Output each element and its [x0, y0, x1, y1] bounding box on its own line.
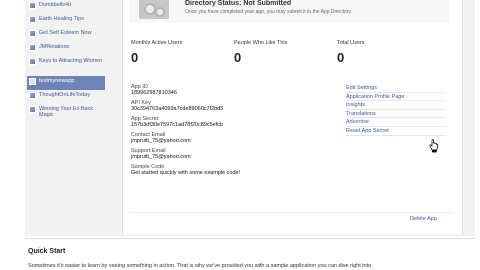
- directory-status-title: Directory Status: Not Submitted: [185, 0, 292, 7]
- field-contact-email: Contact Email jmpruitt_75@yahoo.com: [131, 132, 341, 144]
- app-icon: [29, 58, 36, 65]
- gears-icon: [139, 0, 169, 19]
- field-sample-code: Sample Code Get started quickly with som…: [131, 164, 341, 176]
- sidebar-item-testmynewapp[interactable]: testmynewapp: [27, 76, 105, 90]
- sidebar-item-label: Earth Healing Tips: [39, 16, 84, 22]
- field-value: jmpruitt_75@yahoo.com: [131, 138, 191, 144]
- sidebar-item-thoughtonlifetoday[interactable]: ThoughtOnLifeToday: [27, 90, 105, 104]
- app-actions-links: Edit Settings Application Profile Page I…: [346, 84, 446, 136]
- sidebar-item-label: Winning Your Ex Back Magic: [39, 106, 94, 119]
- stat-label: People Who Like This: [234, 40, 288, 46]
- directory-status-box: Directory Status: Not Submitted Once you…: [129, 0, 449, 23]
- hand-cursor-icon: [429, 139, 439, 153]
- field-support-email: Support Email jmpruitt_75@yahoo.com: [131, 148, 341, 160]
- stat-value: 0: [337, 50, 345, 65]
- sidebar-item-label: Get Self Esteem Now: [39, 30, 92, 36]
- insights-link[interactable]: Insights: [346, 101, 446, 110]
- app-icon: [29, 78, 36, 85]
- sample-code-link[interactable]: Get started quickly with some example co…: [131, 170, 341, 176]
- app-icon: [29, 44, 36, 51]
- app-icon: [29, 30, 36, 37]
- sidebar-item-earth-healing-tips[interactable]: Earth Healing Tips: [27, 14, 105, 28]
- app-icon: [29, 106, 36, 113]
- sidebar-item-dumbbells4u[interactable]: Dumbbells4u: [27, 0, 105, 14]
- stat-label: Total Users: [337, 40, 365, 46]
- application-profile-page-link[interactable]: Application Profile Page: [346, 93, 446, 102]
- sidebar-item-label: JMRelations: [39, 44, 70, 50]
- app-info-fields: App ID 189962987810346 API Key 30c394763…: [131, 84, 341, 180]
- translations-link[interactable]: Translations: [346, 110, 446, 119]
- advertise-link[interactable]: Advertise: [346, 118, 446, 127]
- stat-monthly-active-users: Monthly Active Users 0: [131, 40, 231, 65]
- directory-status-subtitle: Once you have completed your app, you ma…: [185, 9, 352, 15]
- reset-app-secret-link[interactable]: Reset App Secret: [346, 127, 446, 136]
- stat-label: Monthly Active Users: [131, 40, 183, 46]
- edit-settings-link[interactable]: Edit Settings: [346, 84, 446, 93]
- field-api-key: API Key 30c394763a4099a7cde89060c7f2bd5: [131, 100, 341, 112]
- stat-total-users: Total Users 0: [337, 40, 437, 65]
- field-value: 189962987810346: [131, 90, 177, 96]
- sidebar-item-label: Dumbbells4u: [39, 2, 72, 8]
- stat-value: 0: [131, 50, 139, 65]
- stat-people-who-like-this: People Who Like This 0: [234, 40, 334, 65]
- sidebar-item-label: testmynewapp: [39, 78, 75, 84]
- sidebar-item-keys-to-attracting-women[interactable]: Keys to Attracting Women: [27, 56, 105, 76]
- app-details-panel: Directory Status: Not Submitted Once you…: [122, 0, 463, 234]
- sidebar-item-get-self-esteem-now[interactable]: Get Self Esteem Now: [27, 28, 105, 42]
- field-app-id: App ID 189962987810346: [131, 84, 341, 96]
- stat-value: 0: [234, 50, 242, 65]
- field-value: 30c394763a4099a7cde89060c7f2bd5: [131, 106, 224, 112]
- quick-start-text: Sometimes it's easier to learn by seeing…: [28, 263, 373, 269]
- app-icon: [29, 92, 36, 99]
- field-value: 157b3df30e7597c1ad78f20c89c5efcb: [131, 122, 224, 128]
- app-icon: [29, 16, 36, 23]
- delete-app-link[interactable]: Delete App: [410, 216, 437, 222]
- quick-start-title: Quick Start: [28, 248, 66, 255]
- sidebar-item-label: Keys to Attracting Women: [39, 58, 103, 64]
- section-divider: [25, 238, 475, 239]
- field-app-secret: App Secret 157b3df30e7597c1ad78f20c89c5e…: [131, 116, 341, 128]
- sidebar-item-label: ThoughtOnLifeToday: [39, 92, 91, 98]
- sidebar-item-winning-your-ex-back[interactable]: Winning Your Ex Back Magic: [27, 104, 105, 124]
- field-value: jmpruitt_75@yahoo.com: [131, 154, 191, 160]
- sidebar-item-jmrelations[interactable]: JMRelations: [27, 42, 105, 56]
- app-icon: [29, 2, 36, 9]
- app-sidebar: Dumbbells4u Earth Healing Tips Get Self …: [27, 0, 105, 170]
- divider: [129, 212, 454, 213]
